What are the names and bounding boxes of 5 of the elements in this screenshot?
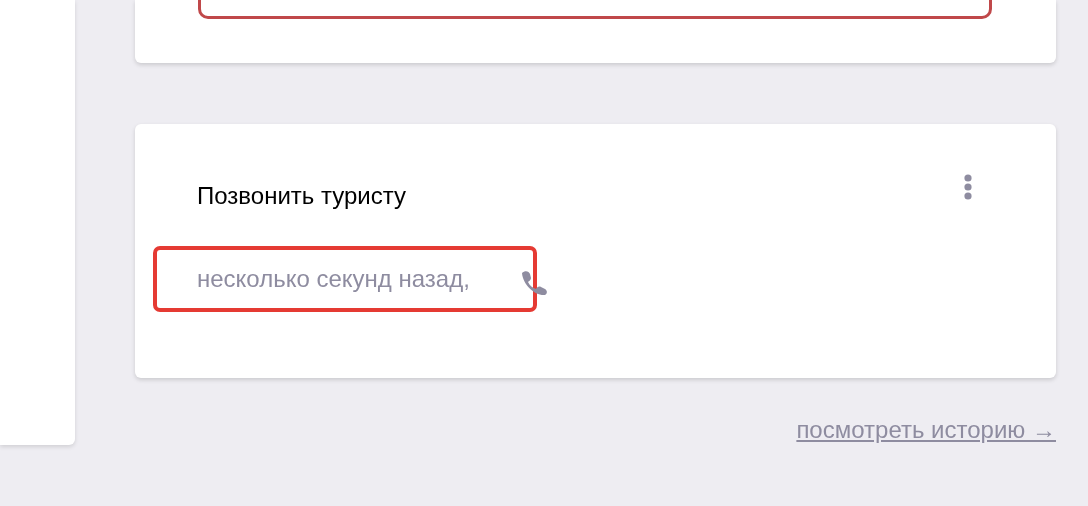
more-menu-icon[interactable] — [963, 174, 973, 200]
task-title: Позвонить туристу — [197, 182, 406, 210]
time-text: несколько секунд назад, — [197, 265, 470, 293]
phone-icon — [520, 270, 550, 296]
history-link[interactable]: посмотреть историю → — [796, 416, 1056, 444]
